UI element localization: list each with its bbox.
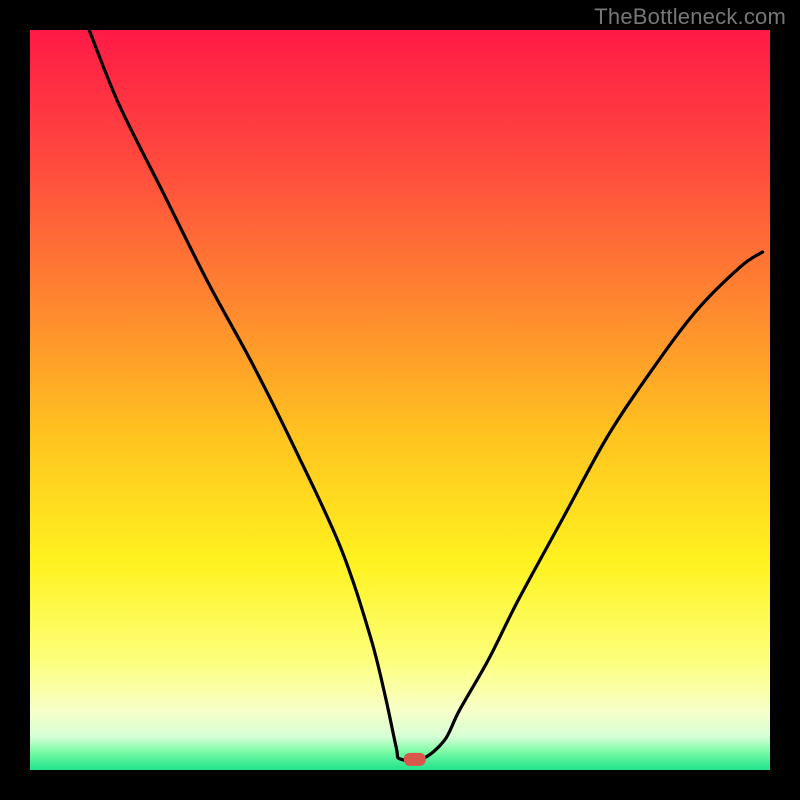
heatmap-background xyxy=(30,30,770,770)
chart-svg xyxy=(0,0,800,800)
watermark-label: TheBottleneck.com xyxy=(594,4,786,30)
chart-container: { "watermark": "TheBottleneck.com", "cha… xyxy=(0,0,800,800)
marker-point xyxy=(404,753,426,766)
